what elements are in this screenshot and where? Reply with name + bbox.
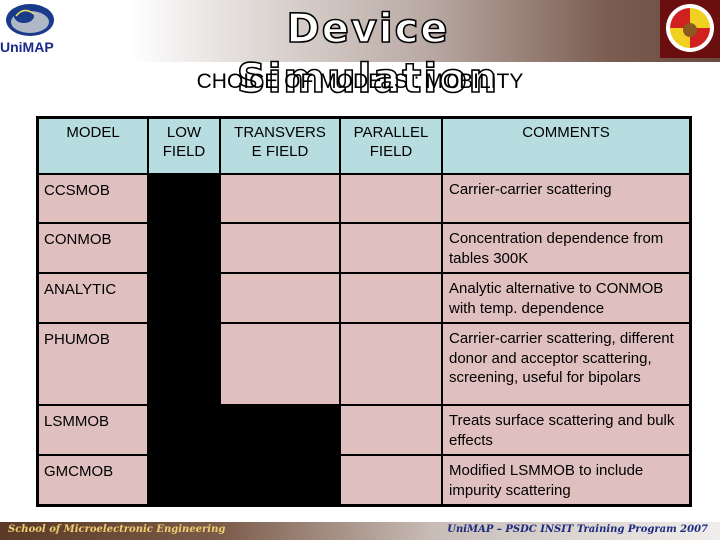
transverse-field-cell (219, 222, 341, 274)
mobility-models-table: MODEL LOW FIELD TRANSVERS E FIELD PARALL… (36, 116, 692, 507)
model-name-cell: CCSMOB (36, 173, 149, 224)
banner-title: Device Simulation (236, 5, 500, 103)
table-row: CONMOB Concentration dependence from tabl… (36, 222, 692, 274)
comment-cell: Carrier-carrier scattering, different do… (441, 322, 692, 406)
header-comments: COMMENTS (441, 116, 692, 175)
transverse-field-cell (219, 173, 341, 224)
footer-bar: School of Microelectronic Engineering Un… (0, 522, 720, 540)
header-parallel-field-label: PARALLEL FIELD (353, 124, 429, 160)
footer-school: School of Microelectronic Engineering (8, 524, 226, 535)
table-row: LSMMOB Treats surface scattering and bulk… (36, 404, 692, 456)
table-row: ANALYTIC Analytic alternative to CONMOB w… (36, 272, 692, 324)
table-row: GMCMOB Modified LSMMOB to include impurit… (36, 454, 692, 506)
header-low-field-label: LOW FIELD (162, 124, 206, 160)
comment-cell: Modified LSMMOB to include impurity scat… (441, 454, 692, 506)
table-body: CCSMOB Carrier-carrier scattering CONMOB Co… (36, 173, 692, 506)
parallel-field-cell (339, 404, 443, 456)
comment-cell: Treats surface scattering and bulk effec… (441, 404, 692, 456)
model-name-cell: LSMMOB (36, 404, 149, 456)
transverse-field-cell (219, 272, 341, 324)
low-field-cell (147, 404, 221, 456)
low-field-cell (147, 173, 221, 224)
model-name-cell: ANALYTIC (36, 272, 149, 324)
comment-cell: Analytic alternative to CONMOB with temp… (441, 272, 692, 324)
model-name-cell: PHUMOB (36, 322, 149, 406)
header-low-field: LOW FIELD (147, 116, 221, 175)
svg-text:UniMAP: UniMAP (0, 39, 54, 55)
low-field-cell (147, 454, 221, 506)
low-field-cell (147, 272, 221, 324)
table-header-row: MODEL LOW FIELD TRANSVERS E FIELD PARALL… (36, 116, 692, 175)
table-row: PHUMOB Carrier-carrier scattering, differ… (36, 322, 692, 406)
parallel-field-cell (339, 222, 443, 274)
model-name-cell: GMCMOB (36, 454, 149, 506)
transverse-field-cell (219, 454, 341, 506)
slide-title: CHOICE OF MODELS : MOBILITY (196, 70, 524, 93)
model-name-cell: CONMOB (36, 222, 149, 274)
footer-program: UniMAP – PSDC INSIT Training Program 200… (447, 524, 708, 535)
transverse-field-cell (219, 404, 341, 456)
header-parallel-field: PARALLEL FIELD (339, 116, 443, 175)
comment-cell: Carrier-carrier scattering (441, 173, 692, 224)
header-transverse-field: TRANSVERS E FIELD (219, 116, 341, 175)
table-row: CCSMOB Carrier-carrier scattering (36, 173, 692, 224)
header-model: MODEL (36, 116, 149, 175)
crest-logo (660, 0, 720, 58)
header-banner: UniMAP Device Simulation (0, 0, 720, 103)
parallel-field-cell (339, 173, 443, 224)
low-field-cell (147, 222, 221, 274)
unimap-logo: UniMAP (0, 0, 62, 62)
comment-cell: Concentration dependence from tables 300… (441, 222, 692, 274)
header-transverse-field-label: TRANSVERS E FIELD (234, 124, 326, 160)
parallel-field-cell (339, 322, 443, 406)
transverse-field-cell (219, 322, 341, 406)
parallel-field-cell (339, 454, 443, 506)
parallel-field-cell (339, 272, 443, 324)
low-field-cell (147, 322, 221, 406)
